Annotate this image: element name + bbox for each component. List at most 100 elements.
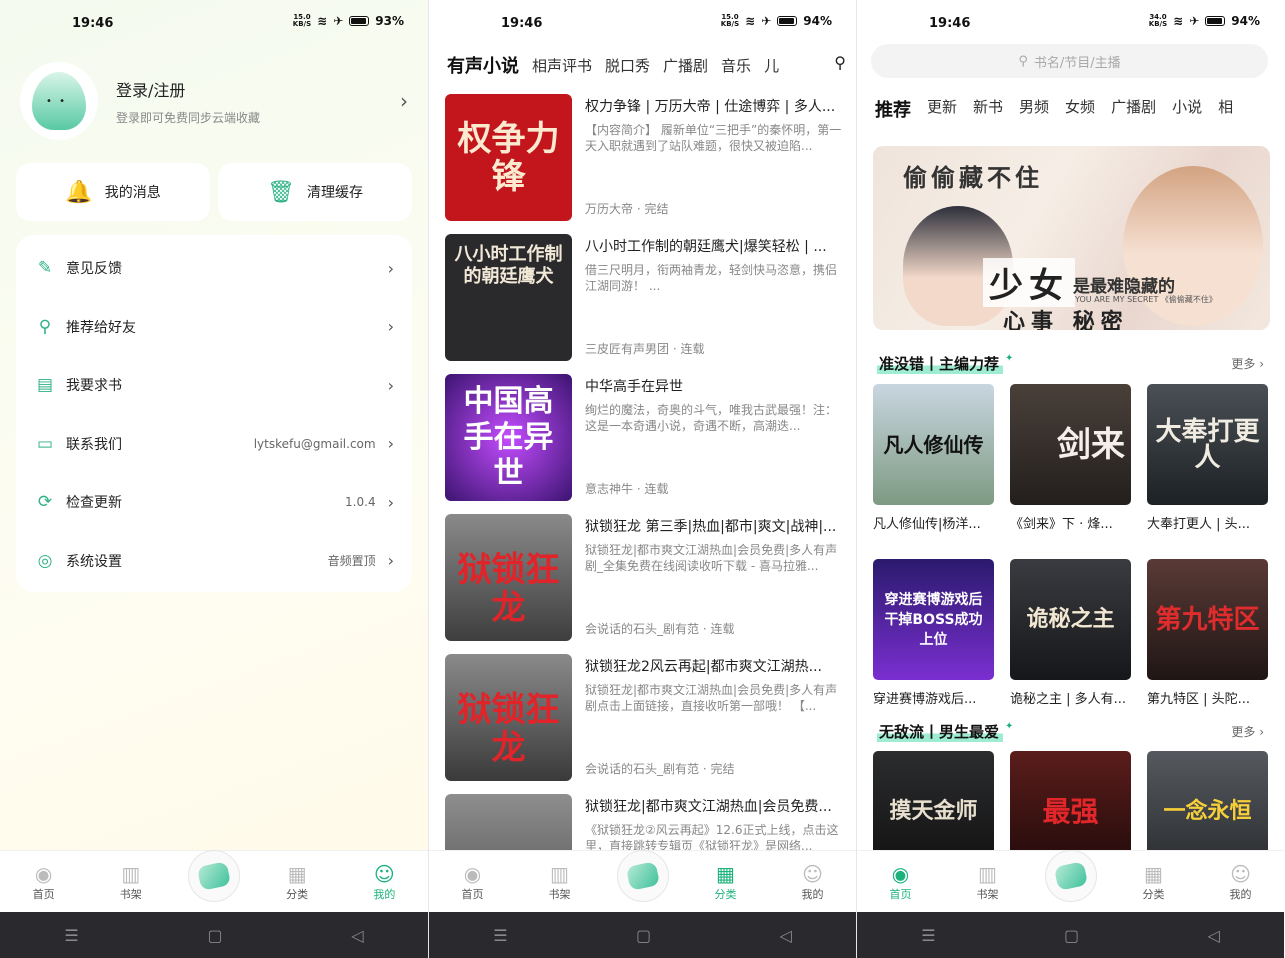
home-square-icon[interactable]: ▢: [636, 926, 651, 945]
status-time: 19:46: [501, 16, 543, 31]
menu-icon[interactable]: ☰: [493, 926, 507, 945]
screen-profile: 19:46 15.0 KB/S ≋ ✈ 93% 登录/注册 登录即可免费同步云端…: [0, 0, 428, 958]
tab-mine[interactable]: ☺ 我的: [1211, 862, 1271, 902]
tab-bookshelf[interactable]: ▥ 书架: [958, 862, 1018, 902]
clear-cache-label: 清理缓存: [306, 185, 363, 201]
user-icon: ☺: [373, 861, 395, 886]
tab-recommend[interactable]: 推荐: [875, 96, 911, 122]
list-item[interactable]: 中国高手在异世 中华高手在异世 绚烂的魔法，奇奥的斗气，唯我古武最强！注：这是一…: [445, 374, 844, 514]
tab-label: 首页: [461, 887, 484, 901]
book-title: 狱锁狂龙|都市爽文江湖热血|会员免费...: [585, 799, 832, 815]
chevron-right-icon[interactable]: ›: [400, 89, 408, 113]
back-icon[interactable]: ◁: [779, 926, 791, 945]
chevron-right-icon: ›: [387, 258, 394, 278]
tab-home[interactable]: ◉ 首页: [14, 862, 74, 902]
screen-home: 19:46 34.0 KB/S ≋ ✈ 94% ⚲ 书名/节目/主播 推荐 更新…: [856, 0, 1284, 958]
book-desc: 借三尺明月，衔两袖青龙，轻剑快马恣意，携侣江湖同游！ ...: [585, 263, 838, 293]
tab-kids[interactable]: 儿: [764, 55, 779, 76]
tab-label: 书架: [976, 887, 999, 901]
list-item[interactable]: 狱锁狂龙 狱锁狂龙 第三季|热血|都市|爽文|战神|... 狱锁狂龙|都市爽文江…: [445, 514, 844, 654]
tab-radio-drama[interactable]: 广播剧: [663, 55, 708, 76]
section-title: 无敌流丨男生最爱: [877, 720, 1004, 742]
grid-item[interactable]: 大奉打更人 大奉打更人 | 头...: [1147, 384, 1268, 532]
tab-mine[interactable]: ☺ 我的: [783, 862, 843, 902]
system-navbar: ☰ ▢ ◁: [0, 912, 428, 958]
settings-item-system[interactable]: ◎ 系统设置 音频置顶 ›: [16, 532, 412, 591]
tab-mine[interactable]: ☺ 我的: [354, 862, 414, 902]
more-link[interactable]: 更多 ›: [1231, 723, 1264, 740]
settings-item-value: 音频置顶: [327, 554, 376, 569]
tab-home[interactable]: ◉ 首页: [871, 862, 931, 902]
tab-audio-novel[interactable]: 有声小说: [447, 52, 519, 78]
player-button[interactable]: [1044, 849, 1097, 902]
settings-item-label: 系统设置: [66, 553, 122, 570]
menu-icon[interactable]: ☰: [921, 926, 935, 945]
menu-icon[interactable]: ☰: [64, 926, 78, 945]
settings-item-request-book[interactable]: ▤ 我要求书 ›: [16, 356, 412, 415]
messages-button[interactable]: 🔔 我的消息: [16, 163, 210, 221]
grid-item[interactable]: 凡人修仙传 凡人修仙传|杨洋...: [873, 384, 994, 532]
grid-item[interactable]: 第九特区 第九特区 | 头陀...: [1147, 559, 1268, 707]
grid-item[interactable]: 穿进赛博游戏后 干掉BOSS成功上位 穿进赛博游戏后...: [873, 559, 994, 707]
book-cover[interactable]: 第九特区: [1147, 559, 1268, 680]
tab-bookshelf[interactable]: ▥ 书架: [530, 862, 590, 902]
book-cover[interactable]: 穿进赛博游戏后 干掉BOSS成功上位: [873, 559, 994, 680]
settings-item-contact[interactable]: ▭ 联系我们 lytskefu@gmail.com ›: [16, 415, 412, 474]
profile-header[interactable]: 登录/注册 登录即可免费同步云端收藏 ›: [20, 60, 408, 142]
search-icon[interactable]: ⚲: [830, 53, 846, 72]
book-cover[interactable]: 大奉打更人: [1147, 384, 1268, 505]
list-item[interactable]: 八小时工作制的朝廷鹰犬 八小时工作制的朝廷鹰犬|爆笑轻松 | ... 借三尺明月…: [445, 234, 844, 374]
tab-category[interactable]: ▦ 分类: [267, 862, 327, 902]
tab-talkshow[interactable]: 脱口秀: [605, 55, 650, 76]
tab-category[interactable]: ▦ 分类: [696, 862, 756, 902]
tab-new[interactable]: 新书: [973, 96, 1003, 122]
tab-bookshelf[interactable]: ▥ 书架: [101, 862, 161, 902]
settings-item-update[interactable]: ⟳ 检查更新 1.0.4 ›: [16, 473, 412, 532]
back-icon[interactable]: ◁: [351, 926, 363, 945]
book-cover[interactable]: 剑来: [1010, 384, 1131, 505]
list-item[interactable]: 狱锁狂龙 狱锁狂龙2风云再起|都市爽文江湖热... 狱锁狂龙|都市爽文江湖热血|…: [445, 654, 844, 794]
tab-label: 分类: [286, 887, 309, 901]
more-link[interactable]: 更多 ›: [1231, 355, 1264, 372]
avatar[interactable]: [20, 62, 98, 140]
book-cover[interactable]: 凡人修仙传: [873, 384, 994, 505]
promo-banner[interactable]: 偷偷藏不住 少女 是最难隐藏的 YOU ARE MY SECRET 《偷偷藏不住…: [873, 146, 1270, 330]
search-input[interactable]: ⚲ 书名/节目/主播: [871, 44, 1268, 78]
player-button[interactable]: [616, 849, 669, 902]
tab-female[interactable]: 女频: [1065, 96, 1095, 122]
tab-crosstalk[interactable]: 相声评书: [532, 55, 592, 76]
tab-more[interactable]: 相: [1218, 96, 1233, 122]
grid-item[interactable]: 剑来 《剑来》下 · 烽...: [1010, 384, 1131, 532]
cover-text: 八小时工作制的朝廷鹰犬: [454, 244, 563, 287]
tab-novel[interactable]: 小说: [1172, 96, 1202, 122]
section-header: 准没错丨主编力荐 ✦ 更多 ›: [877, 352, 1264, 374]
settings-item-feedback[interactable]: ✎ 意见反馈 ›: [16, 239, 412, 298]
book-cover[interactable]: 诡秘之主: [1010, 559, 1131, 680]
login-title[interactable]: 登录/注册: [116, 77, 400, 101]
book-cover[interactable]: 狱锁狂龙: [445, 654, 572, 781]
tab-category[interactable]: ▦ 分类: [1124, 862, 1184, 902]
tab-male[interactable]: 男频: [1019, 96, 1049, 122]
grid-item[interactable]: 诡秘之主 诡秘之主 | 多人有...: [1010, 559, 1131, 707]
back-icon[interactable]: ◁: [1207, 926, 1219, 945]
tab-home[interactable]: ◉ 首页: [443, 862, 503, 902]
tab-update[interactable]: 更新: [927, 96, 957, 122]
cover-text: 第九特区: [1155, 604, 1260, 635]
player-disc-icon: [1053, 860, 1088, 891]
home-square-icon[interactable]: ▢: [1064, 926, 1079, 945]
player-button[interactable]: [187, 849, 240, 902]
book-cover[interactable]: 八小时工作制的朝廷鹰犬: [445, 234, 572, 361]
book-cover[interactable]: 狱锁狂龙: [445, 514, 572, 641]
tab-label: 我的: [1229, 887, 1252, 901]
book-title: 第九特区 | 头陀...: [1147, 692, 1251, 707]
clear-cache-button[interactable]: 🗑 清理缓存: [218, 163, 412, 221]
net-speed: 34.0 KB/S: [1148, 13, 1168, 28]
tab-radio-drama[interactable]: 广播剧: [1111, 96, 1156, 122]
settings-item-share[interactable]: ⚲ 推荐给好友 ›: [16, 298, 412, 357]
book-title: 穿进赛博游戏后...: [873, 692, 977, 707]
list-item[interactable]: 权争力锋 权力争锋 | 万历大帝 | 仕途博弈 | 多人... 【内容简介】 履…: [445, 94, 844, 234]
tab-music[interactable]: 音乐: [721, 55, 751, 76]
book-cover[interactable]: 权争力锋: [445, 94, 572, 221]
book-cover[interactable]: 中国高手在异世: [445, 374, 572, 501]
home-square-icon[interactable]: ▢: [207, 926, 222, 945]
